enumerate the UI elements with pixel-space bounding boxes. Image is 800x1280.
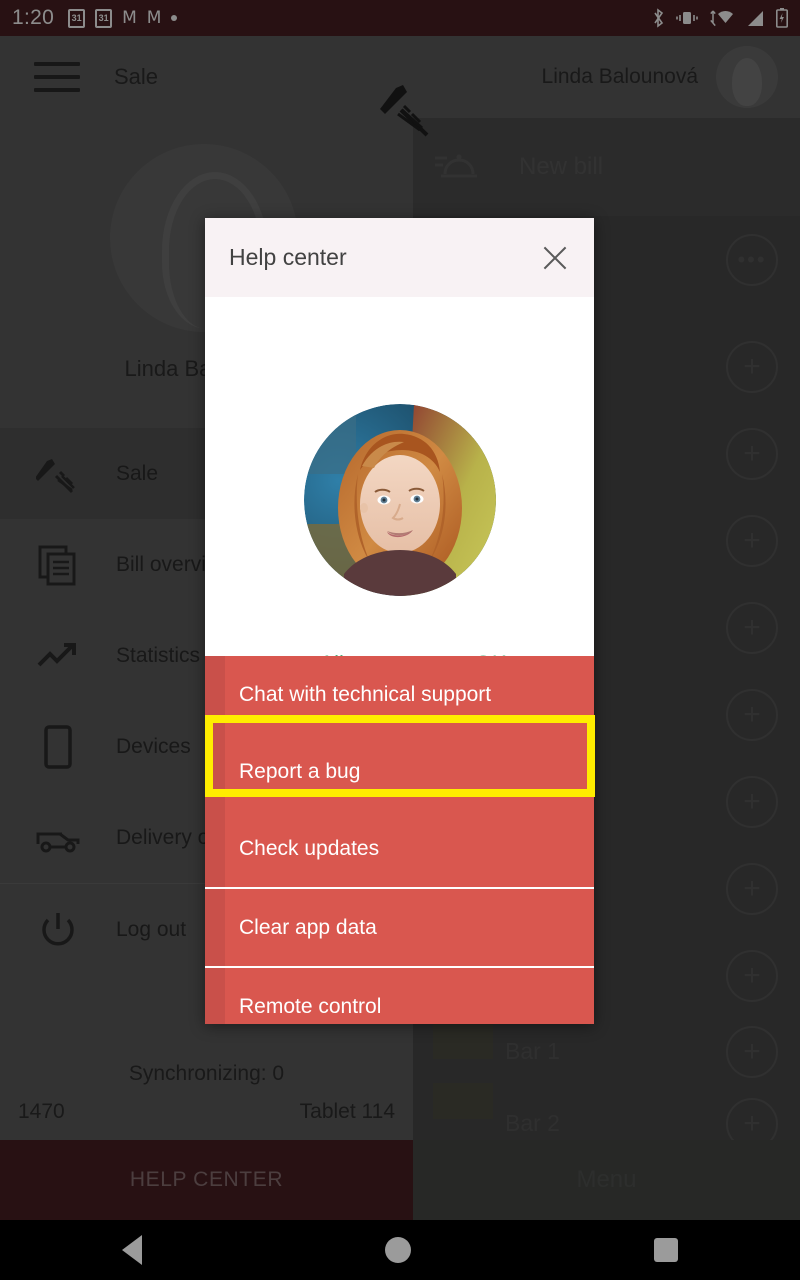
menu-item-remote-control[interactable]: Remote control [205, 968, 594, 1024]
recents-square-icon[interactable] [654, 1238, 679, 1262]
help-center-dialog: Help center Chat with technical support … [205, 218, 594, 1024]
menu-item-label: Check updates [239, 836, 380, 860]
menu-item-label: Chat with technical support [239, 682, 492, 706]
screen: New bill 25) ••• delivery + sti + ace 1 … [0, 0, 800, 1280]
menu-item-label: Remote control [239, 994, 382, 1018]
item-stripe [205, 968, 225, 1024]
back-triangle-icon[interactable] [121, 1235, 142, 1265]
menu-item-label: Clear app data [239, 915, 377, 939]
android-nav-bar [0, 1220, 800, 1280]
dialog-body: All systems are OK [205, 297, 594, 676]
menu-item-check-updates[interactable]: Check updates [205, 810, 594, 887]
menu-item-chat-with-technical-support[interactable]: Chat with technical support [205, 656, 594, 733]
item-stripe [205, 733, 225, 810]
item-stripe [205, 656, 225, 733]
dialog-title: Help center [229, 244, 347, 270]
item-stripe [205, 810, 225, 887]
dialog-menu: Chat with technical support Report a bug… [205, 656, 594, 1024]
dialog-header: Help center [205, 218, 594, 297]
close-icon[interactable] [538, 241, 572, 275]
menu-item-label: Report a bug [239, 759, 361, 783]
menu-item-clear-app-data[interactable]: Clear app data [205, 889, 594, 966]
menu-item-report-a-bug[interactable]: Report a bug [205, 733, 594, 810]
home-circle-icon[interactable] [384, 1237, 411, 1263]
item-stripe [205, 889, 225, 966]
support-agent-photo [304, 404, 496, 596]
